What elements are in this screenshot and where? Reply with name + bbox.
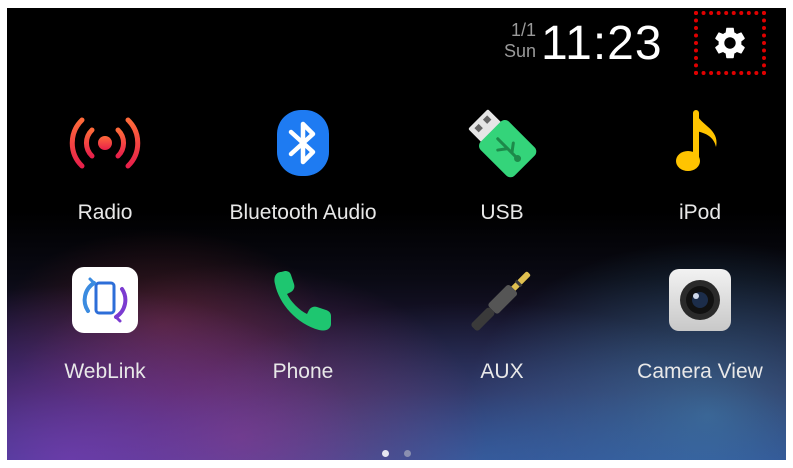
aux-jack-icon xyxy=(462,260,542,340)
camera-icon xyxy=(660,260,740,340)
usb-drive-icon xyxy=(462,103,542,183)
app-label: Radio xyxy=(77,201,133,224)
app-usb[interactable]: USB xyxy=(407,103,597,253)
page-dot-2[interactable] xyxy=(403,450,411,457)
music-note-icon xyxy=(660,103,740,183)
weblink-icon xyxy=(65,260,145,340)
app-camera-view[interactable]: Camera View xyxy=(605,260,786,410)
clock: 11:23 xyxy=(541,17,663,70)
app-aux[interactable]: AUX xyxy=(407,260,597,410)
date-weekday: Sun xyxy=(503,41,536,61)
app-label: Camera View xyxy=(637,360,763,383)
settings-button[interactable] xyxy=(694,11,766,75)
page-indicator xyxy=(7,444,786,457)
phone-handset-icon xyxy=(263,260,343,340)
app-bluetooth-audio[interactable]: Bluetooth Audio xyxy=(208,103,398,253)
app-label: Bluetooth Audio xyxy=(229,201,377,224)
app-label: iPod xyxy=(678,201,722,224)
status-bar: 1/1 Sun 11:23 xyxy=(386,8,786,78)
bluetooth-icon xyxy=(263,103,343,183)
app-phone[interactable]: Phone xyxy=(208,260,398,410)
app-ipod[interactable]: iPod xyxy=(605,103,786,253)
app-weblink[interactable]: WebLink xyxy=(10,260,200,410)
date-day-month: 1/1 xyxy=(510,20,536,40)
radio-broadcast-icon xyxy=(65,103,145,183)
page-dot-1[interactable] xyxy=(382,450,390,457)
app-radio[interactable]: Radio xyxy=(10,103,200,253)
app-label: Phone xyxy=(272,360,334,383)
app-label: USB xyxy=(480,201,524,224)
app-label: AUX xyxy=(480,360,524,383)
app-label: WebLink xyxy=(64,360,146,383)
gear-icon xyxy=(715,27,745,59)
home-screen: 1/1 Sun 11:23 Radio Bluetooth Audio USB … xyxy=(7,8,786,460)
date-display: 1/1 Sun xyxy=(491,20,536,62)
